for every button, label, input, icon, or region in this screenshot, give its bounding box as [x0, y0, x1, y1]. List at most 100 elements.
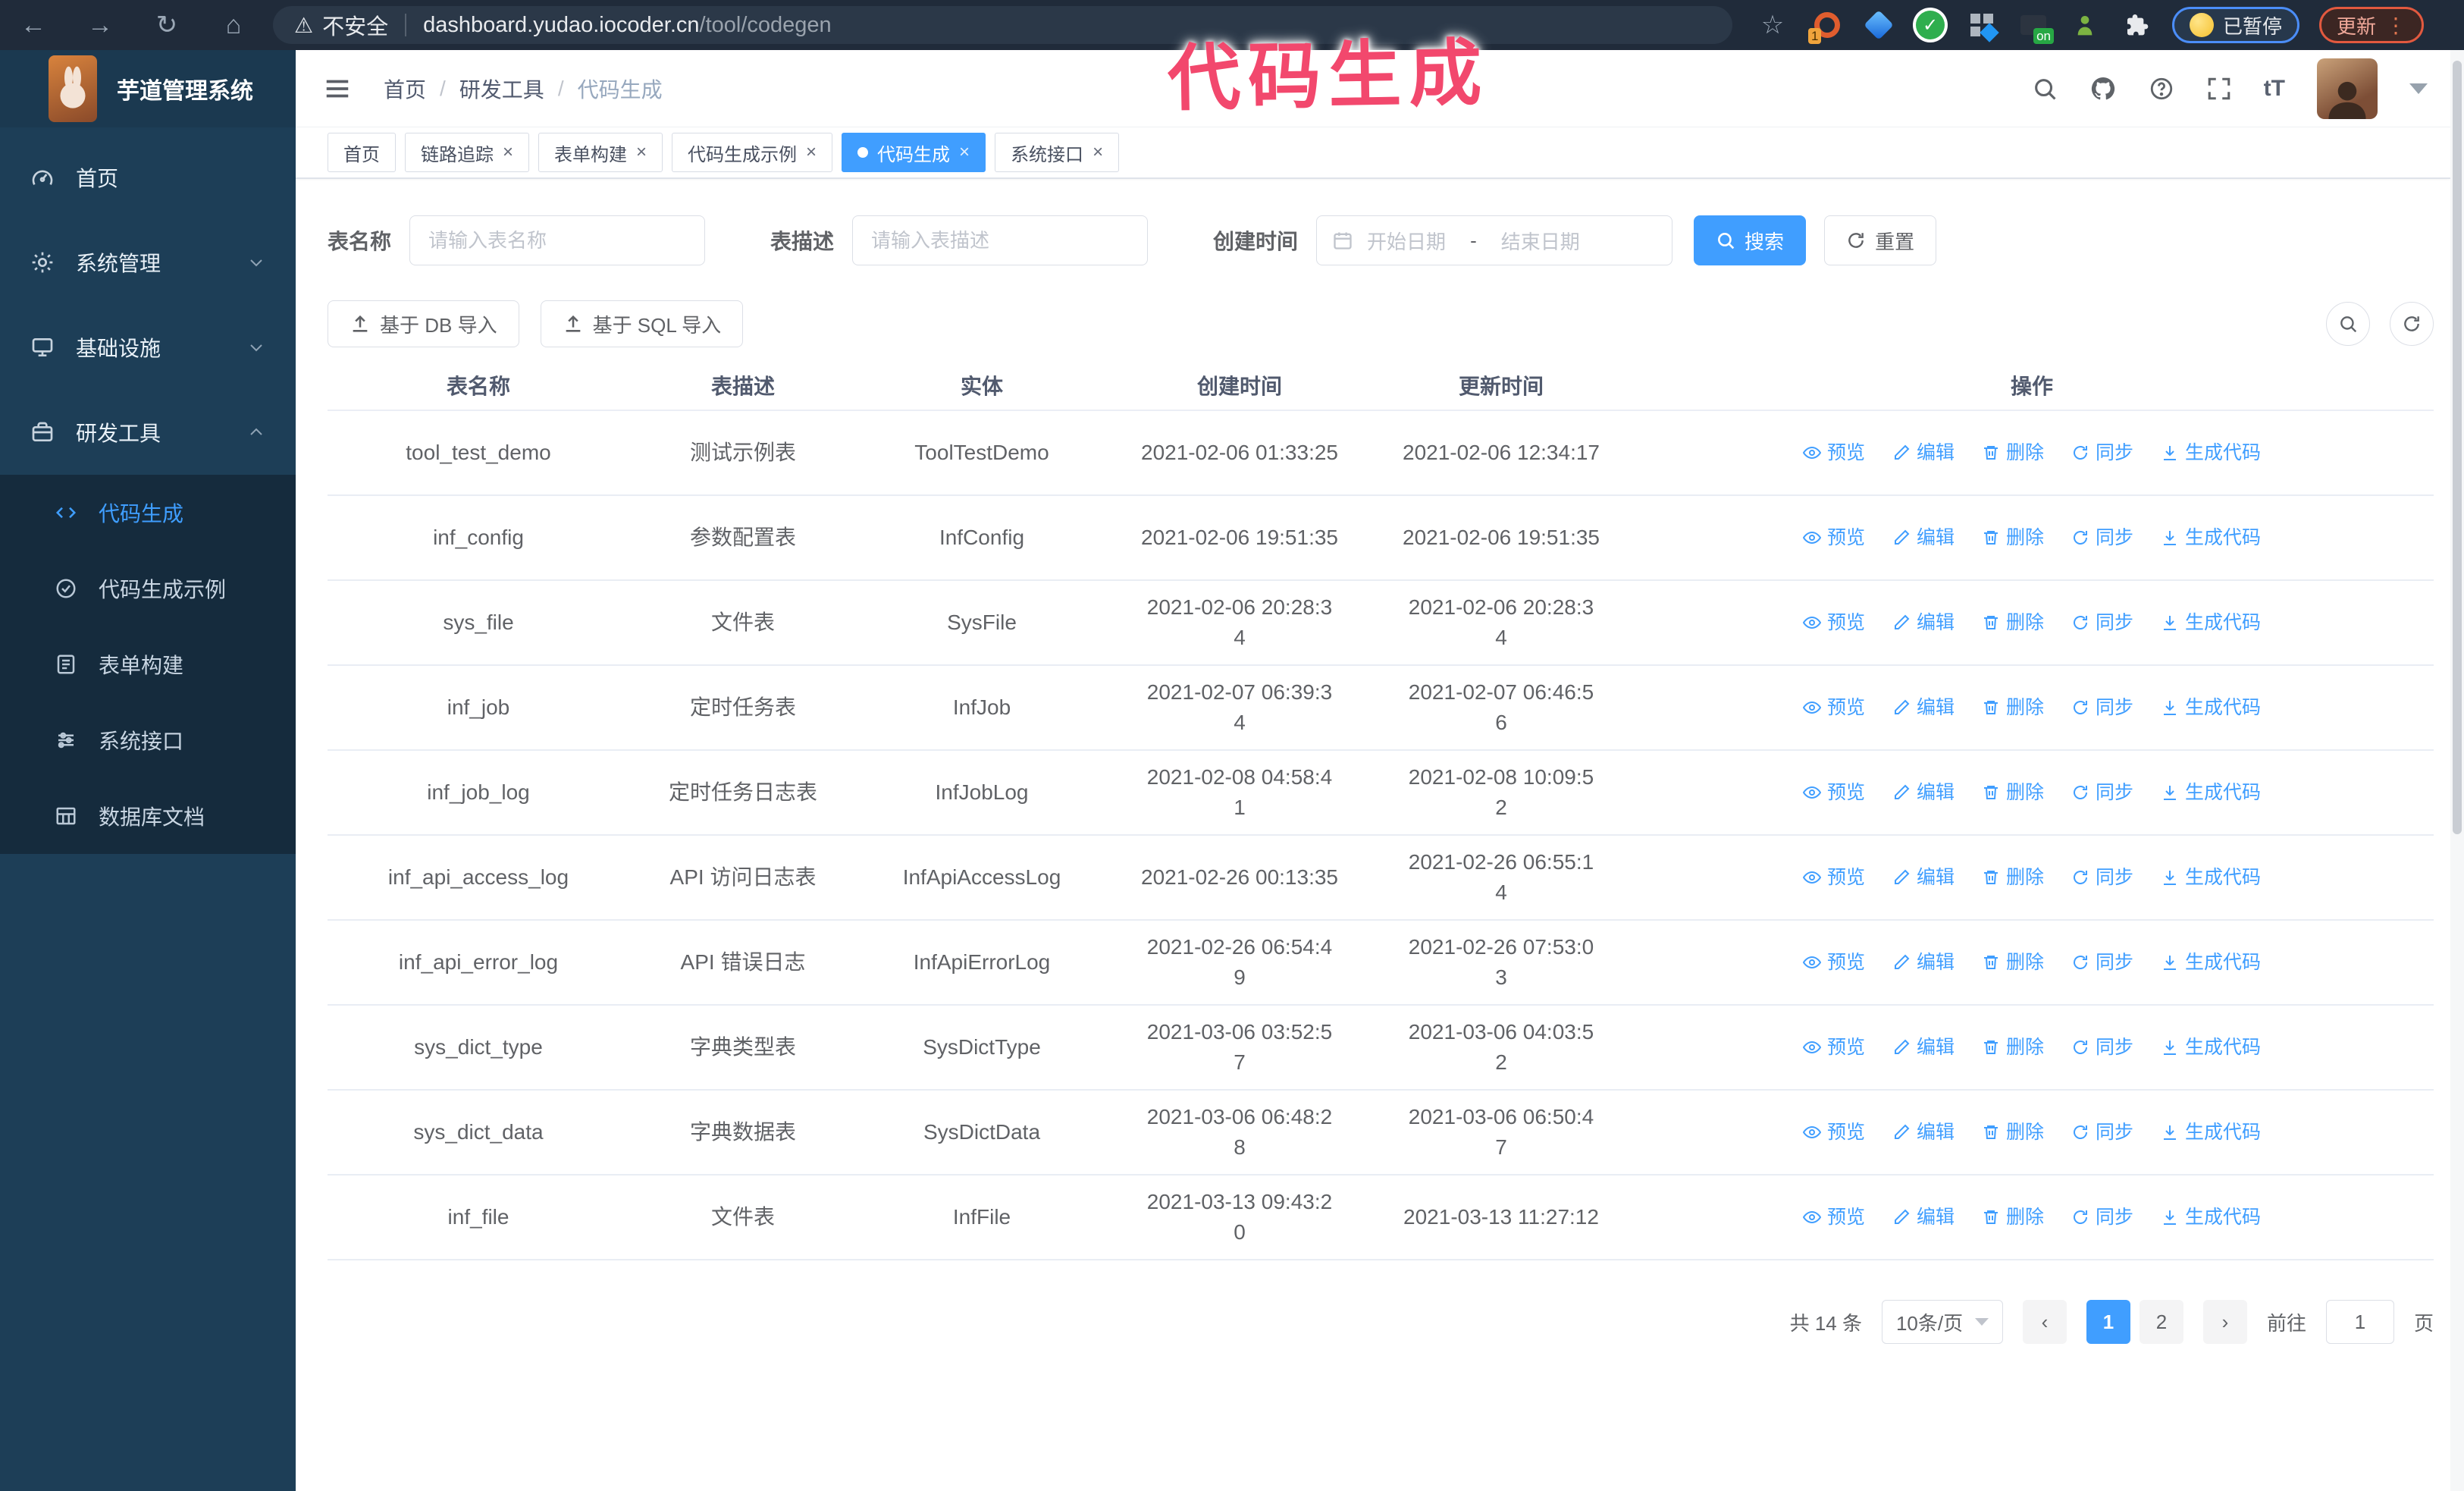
table-name-input[interactable]: [409, 215, 706, 265]
breadcrumb-item[interactable]: /首页: [384, 74, 426, 104]
row-action-link[interactable]: 同步: [2071, 438, 2133, 468]
help-icon[interactable]: [2149, 76, 2174, 102]
next-page-button[interactable]: ›: [2202, 1300, 2247, 1344]
sidebar-submenu-item[interactable]: 系统接口: [0, 702, 296, 778]
row-action-link[interactable]: 编辑: [1892, 607, 1955, 638]
row-action-link[interactable]: 生成代码: [2161, 947, 2261, 978]
page-scrollbar[interactable]: [2450, 50, 2464, 1491]
reload-icon[interactable]: ↻: [133, 10, 200, 40]
row-action-link[interactable]: 预览: [1802, 777, 1865, 808]
row-action-link[interactable]: 生成代码: [2161, 1032, 2261, 1063]
reset-button[interactable]: 重置: [1824, 215, 1937, 265]
row-action-link[interactable]: 预览: [1802, 1032, 1865, 1063]
row-action-link[interactable]: 生成代码: [2161, 1117, 2261, 1147]
start-date-placeholder[interactable]: 开始日期: [1367, 227, 1446, 255]
row-action-link[interactable]: 生成代码: [2161, 862, 2261, 893]
row-action-link[interactable]: 删除: [1982, 438, 2044, 468]
import-sql-button[interactable]: 基于 SQL 导入: [540, 300, 744, 347]
row-action-link[interactable]: 编辑: [1892, 438, 1955, 468]
browser-menu-dots-icon[interactable]: ⋮: [2385, 13, 2406, 38]
import-db-button[interactable]: 基于 DB 导入: [328, 300, 519, 347]
row-action-link[interactable]: 生成代码: [2161, 692, 2261, 723]
row-action-link[interactable]: 预览: [1802, 862, 1865, 893]
row-action-link[interactable]: 编辑: [1892, 1117, 1955, 1147]
address-bar[interactable]: ⚠ 不安全 dashboard.yudao.iocoder.cn/tool/co…: [273, 6, 1732, 44]
sidebar-menu-item[interactable]: 首页: [0, 135, 296, 220]
end-date-placeholder[interactable]: 结束日期: [1501, 227, 1580, 255]
row-action-link[interactable]: 同步: [2071, 692, 2133, 723]
row-action-link[interactable]: 编辑: [1892, 1032, 1955, 1063]
row-action-link[interactable]: 预览: [1802, 438, 1865, 468]
sidebar-submenu-item[interactable]: 数据库文档: [0, 778, 296, 854]
row-action-link[interactable]: 同步: [2071, 862, 2133, 893]
row-action-link[interactable]: 同步: [2071, 947, 2133, 978]
view-tab[interactable]: 代码生成示例 ×: [672, 133, 833, 172]
row-action-link[interactable]: 预览: [1802, 1202, 1865, 1232]
row-action-link[interactable]: 同步: [2071, 607, 2133, 638]
row-action-link[interactable]: 删除: [1982, 692, 2044, 723]
row-action-link[interactable]: 生成代码: [2161, 607, 2261, 638]
github-icon[interactable]: [2089, 75, 2117, 102]
search-button[interactable]: 搜索: [1694, 215, 1807, 265]
puzzle-extensions-icon[interactable]: [2121, 9, 2152, 41]
refresh-table-button[interactable]: [2390, 302, 2434, 346]
row-action-link[interactable]: 生成代码: [2161, 523, 2261, 553]
row-action-link[interactable]: 同步: [2071, 1032, 2133, 1063]
sidebar-menu-item[interactable]: 基础设施: [0, 305, 296, 390]
row-action-link[interactable]: 删除: [1982, 862, 2044, 893]
page-number-button[interactable]: 1: [2086, 1300, 2130, 1344]
view-tab[interactable]: 链路追踪 ×: [405, 133, 530, 172]
row-action-link[interactable]: 编辑: [1892, 947, 1955, 978]
sidebar-menu-item[interactable]: 研发工具: [0, 390, 296, 475]
row-action-link[interactable]: 删除: [1982, 777, 2044, 808]
row-action-link[interactable]: 预览: [1802, 947, 1865, 978]
orange-circle-extension-icon[interactable]: 1: [1808, 9, 1843, 44]
row-action-link[interactable]: 同步: [2071, 1117, 2133, 1147]
bookmark-star-icon[interactable]: ☆: [1754, 10, 1792, 40]
font-size-icon[interactable]: tT: [2264, 76, 2285, 102]
green-check-extension-icon[interactable]: ✓: [1914, 9, 1946, 41]
row-action-link[interactable]: 同步: [2071, 1202, 2133, 1232]
row-action-link[interactable]: 同步: [2071, 777, 2133, 808]
on-badge-extension-icon[interactable]: on: [2017, 9, 2054, 44]
toggle-search-button[interactable]: [2326, 302, 2370, 346]
row-action-link[interactable]: 预览: [1802, 1117, 1865, 1147]
row-action-link[interactable]: 生成代码: [2161, 1202, 2261, 1232]
date-range-picker[interactable]: 开始日期 - 结束日期: [1316, 215, 1673, 265]
green-bot-extension-icon[interactable]: [2069, 9, 2101, 41]
tab-close-icon[interactable]: ×: [806, 143, 817, 162]
scrollbar-thumb[interactable]: [2453, 61, 2462, 834]
tab-close-icon[interactable]: ×: [503, 143, 513, 162]
app-logo[interactable]: 芋道管理系统: [0, 50, 296, 127]
user-avatar[interactable]: [2317, 58, 2378, 119]
sidebar-submenu-item[interactable]: 表单构建: [0, 626, 296, 702]
tab-close-icon[interactable]: ×: [636, 143, 647, 162]
goto-page-input[interactable]: [2325, 1300, 2394, 1344]
view-tab[interactable]: 表单构建 ×: [538, 133, 663, 172]
row-action-link[interactable]: 编辑: [1892, 862, 1955, 893]
sidebar-submenu-item[interactable]: 代码生成示例: [0, 551, 296, 626]
search-icon[interactable]: [2032, 76, 2058, 102]
blue-gem-extension-icon[interactable]: [1863, 9, 1895, 41]
sidebar-menu-item[interactable]: 系统管理: [0, 220, 296, 305]
view-tab[interactable]: 首页: [328, 133, 396, 172]
row-action-link[interactable]: 删除: [1982, 1202, 2044, 1232]
breadcrumb-item[interactable]: / 代码生成: [544, 74, 663, 104]
back-icon[interactable]: ←: [0, 11, 67, 40]
row-action-link[interactable]: 生成代码: [2161, 777, 2261, 808]
table-desc-input[interactable]: [852, 215, 1149, 265]
forward-icon[interactable]: →: [67, 11, 133, 40]
row-action-link[interactable]: 编辑: [1892, 523, 1955, 553]
row-action-link[interactable]: 删除: [1982, 1117, 2044, 1147]
row-action-link[interactable]: 预览: [1802, 607, 1865, 638]
row-action-link[interactable]: 编辑: [1892, 692, 1955, 723]
row-action-link[interactable]: 编辑: [1892, 1202, 1955, 1232]
avatar-caret-icon[interactable]: [2409, 83, 2428, 94]
row-action-link[interactable]: 生成代码: [2161, 438, 2261, 468]
row-action-link[interactable]: 删除: [1982, 607, 2044, 638]
row-action-link[interactable]: 预览: [1802, 523, 1865, 553]
fullscreen-icon[interactable]: [2206, 76, 2232, 102]
view-tab[interactable]: 系统接口 ×: [995, 133, 1120, 172]
view-tab[interactable]: 代码生成 ×: [842, 133, 986, 172]
tab-close-icon[interactable]: ×: [1092, 143, 1103, 162]
